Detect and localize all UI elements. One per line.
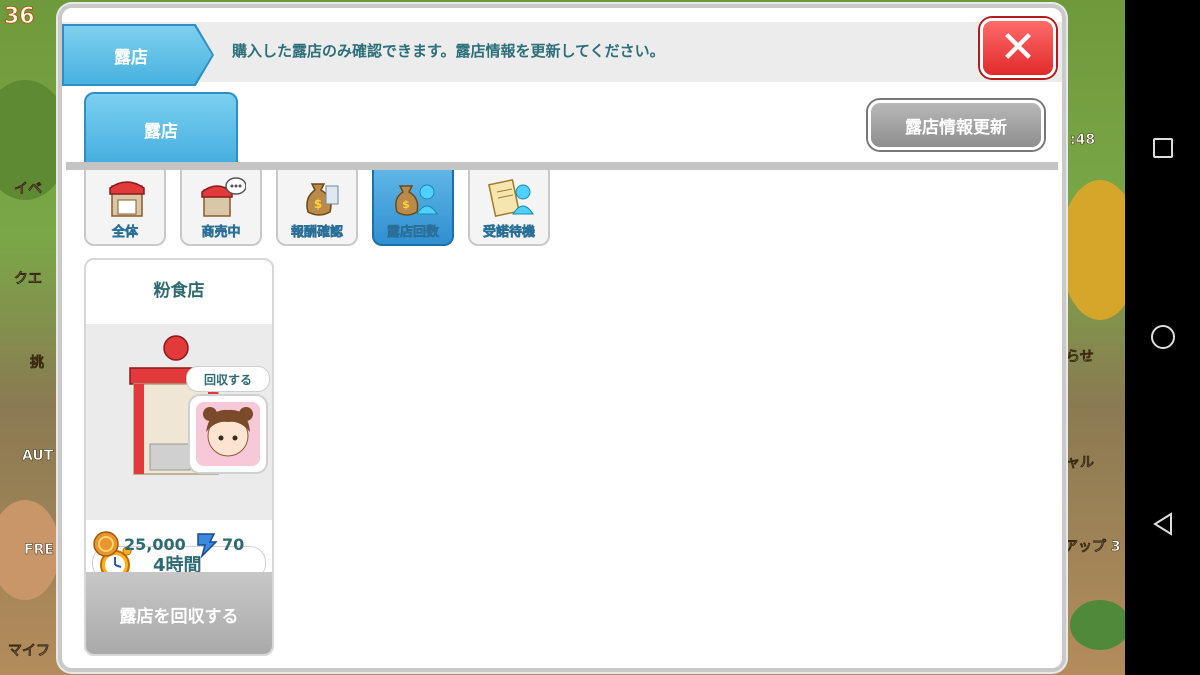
stall-card[interactable]: 粉食店 回収する 4時間 25,000 70 露店を回収する <box>84 258 274 656</box>
filter-awaiting-accept-label: 受諾待機 <box>482 225 536 241</box>
stall-image-area: 回収する 4時間 <box>86 324 272 580</box>
header-message: 購入した露店のみ確認できます。露店情報を更新してください。 <box>232 42 665 60</box>
bg-label-social: ャル <box>1066 455 1095 472</box>
clipboard-person-icon <box>488 178 534 218</box>
money-bag-person-icon: $ <box>395 184 438 216</box>
filter-stall-count-label: 露店回数 <box>386 225 440 241</box>
filter-stall-count[interactable]: $ 露店回数 <box>372 170 454 246</box>
bg-label-myf: マイフ <box>8 643 51 660</box>
price-row: 25,000 70 <box>92 530 272 560</box>
filter-in-business-label: 商売中 <box>201 225 241 241</box>
recent-apps-button[interactable] <box>1153 138 1173 158</box>
money-bag-icon: $ <box>306 183 339 216</box>
collect-stall-button[interactable]: 露店を回収する <box>86 572 272 654</box>
collect-bubble[interactable]: 回収する <box>186 366 270 392</box>
svg-text:$: $ <box>402 198 410 211</box>
tab-stall[interactable]: 露店 <box>84 92 238 164</box>
refresh-stall-button[interactable]: 露店情報更新 <box>868 100 1044 150</box>
gem-price: 70 <box>222 535 245 554</box>
close-icon: ✕ <box>999 22 1037 73</box>
bg-label-notice: らせ <box>1066 349 1094 366</box>
back-button[interactable] <box>1151 512 1175 536</box>
close-button[interactable]: ✕ <box>980 18 1056 78</box>
bg-label-auto: AUT <box>22 448 54 465</box>
filter-all[interactable]: 全体 <box>84 170 166 246</box>
stall-dialog: 露店 購入した露店のみ確認できます。露店情報を更新してください。 ✕ 露店 露店… <box>58 4 1066 672</box>
dialog-title: 露店 <box>64 26 212 84</box>
bg-label-quest: クエ <box>14 271 43 288</box>
filter-reward-check-label: 報酬確認 <box>290 225 344 241</box>
bg-label-event: イベ <box>14 181 43 198</box>
system-nav-bar <box>1125 0 1200 675</box>
svg-text:$: $ <box>314 197 322 211</box>
home-button[interactable] <box>1151 325 1175 349</box>
gold-coin-icon <box>93 531 119 557</box>
player-level: 36 <box>4 4 36 30</box>
bg-label-up: アップ 3 <box>1064 539 1121 556</box>
filter-all-label: 全体 <box>111 225 139 241</box>
filter-awaiting-accept[interactable]: 受諾待機 <box>468 170 550 246</box>
stall-icon <box>109 181 145 217</box>
bg-label-time: :48 <box>1070 132 1096 149</box>
avatar-face-icon <box>196 402 260 466</box>
avatar <box>188 394 268 474</box>
bg-label-challenge: 挑 <box>30 355 45 372</box>
filter-reward-check[interactable]: $ 報酬確認 <box>276 170 358 246</box>
stall-chat-icon <box>201 177 246 217</box>
stall-name: 粉食店 <box>153 281 205 301</box>
filter-bar: 全体 商売中 $ 報酬確認 $ 露店回数 受諾待機 <box>84 170 550 246</box>
filter-in-business[interactable]: 商売中 <box>180 170 262 246</box>
divider <box>66 162 1058 170</box>
coin-price: 25,000 <box>124 535 186 554</box>
blue-gem-icon <box>197 533 218 558</box>
bg-label-free: FRE <box>24 542 54 559</box>
